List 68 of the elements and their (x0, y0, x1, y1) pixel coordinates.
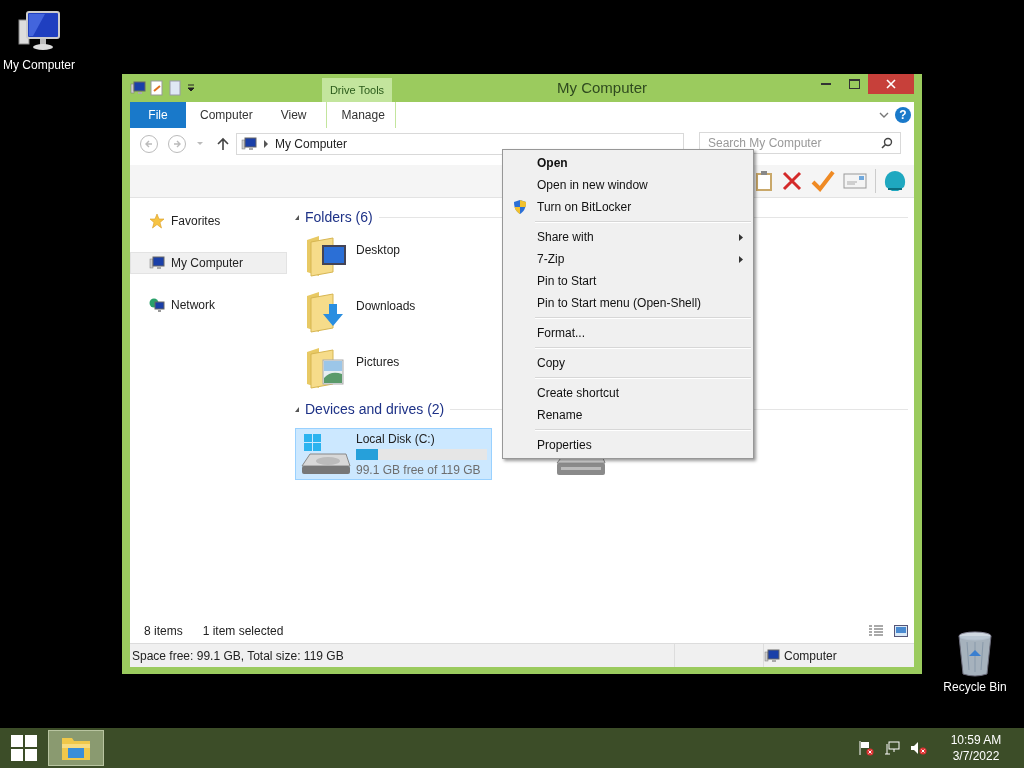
menu-item[interactable]: 7-Zip (503, 248, 753, 270)
forward-icon (172, 138, 182, 149)
menu-item[interactable]: Format... (503, 322, 753, 344)
clock-date[interactable]: 3/7/2022 (952, 749, 1000, 763)
folder-name[interactable]: Pictures (356, 355, 400, 369)
desktop-icon-label[interactable]: Recycle Bin (943, 680, 1007, 694)
close-icon (886, 79, 896, 89)
recycle-bin-icon (955, 630, 995, 678)
item-count: 8 items (144, 623, 183, 638)
menu-item[interactable]: Copy (503, 352, 753, 374)
drive-name: Local Disk (C:) (356, 431, 436, 446)
computer-icon (130, 80, 146, 96)
up-arrow-icon[interactable] (216, 136, 230, 151)
search-icon (881, 137, 893, 149)
submenu-arrow-icon (739, 233, 743, 241)
chevron-icon (263, 139, 269, 148)
menu-item[interactable]: Open (503, 152, 753, 174)
delete-icon[interactable] (781, 170, 803, 192)
desktop-icon-label[interactable]: My Computer (3, 58, 75, 72)
expand-ribbon-icon[interactable] (879, 111, 889, 119)
menu-item[interactable]: Create shortcut (503, 382, 753, 404)
folder-name[interactable]: Desktop (356, 243, 401, 257)
drive-space: 99.1 GB free of 119 GB (356, 462, 482, 477)
computer-icon (241, 135, 257, 152)
menu-item[interactable]: Share with (503, 226, 753, 248)
computer-icon (764, 647, 780, 664)
start-button[interactable] (11, 735, 37, 761)
dropdown-icon[interactable] (186, 83, 196, 93)
nav-item[interactable]: My Computer (130, 252, 287, 274)
maximize-icon (848, 79, 860, 89)
nav-item[interactable]: Favorites (130, 210, 287, 232)
properties-icon[interactable] (150, 80, 164, 96)
collapse-icon[interactable] (295, 214, 299, 220)
menu-item[interactable]: Pin to Start menu (Open-Shell) (503, 292, 753, 314)
nav-item[interactable]: Network (130, 294, 287, 316)
shield-icon (513, 199, 527, 215)
clock-time[interactable]: 10:59 AM (950, 733, 1002, 747)
shell-icon[interactable] (875, 169, 908, 193)
menu-item[interactable]: Properties (503, 434, 753, 456)
folder-name[interactable]: Downloads (356, 299, 416, 313)
menu-item[interactable]: Turn on BitLocker (503, 196, 753, 218)
search-field[interactable]: Search My Computer (699, 132, 901, 154)
menu-item[interactable]: Rename (503, 404, 753, 426)
selection-count: 1 item selected (202, 623, 284, 638)
star-icon (149, 213, 165, 229)
contextual-tab-group: Drive Tools (329, 84, 385, 96)
help-button[interactable]: ? (895, 107, 911, 123)
drive-tile[interactable]: Local Disk (C:) 99.1 GB free of 119 GB (295, 428, 492, 480)
computer-icon (149, 255, 165, 271)
taskbar-app-button[interactable] (48, 730, 104, 766)
group-header[interactable]: Folders (6) (305, 209, 373, 225)
back-icon (144, 138, 154, 149)
flag-icon[interactable] (858, 740, 874, 756)
collapse-icon[interactable] (295, 406, 299, 412)
details-text: Space free: 99.1 GB, Total size: 119 GB (132, 648, 345, 663)
group-header[interactable]: Devices and drives (2) (305, 401, 445, 417)
file-tab[interactable]: File (130, 102, 186, 128)
location-label: Computer (784, 648, 837, 663)
menu-item[interactable]: Pin to Start (503, 270, 753, 292)
thumbnail-view-icon[interactable] (894, 624, 908, 637)
speaker-icon[interactable] (910, 740, 928, 756)
submenu-arrow-icon (739, 255, 743, 263)
network-icon (149, 297, 165, 313)
checkmark-icon[interactable] (811, 170, 835, 192)
minimize-icon (821, 82, 831, 86)
window-title: My Computer (557, 79, 647, 96)
clipboard-icon[interactable] (755, 170, 773, 192)
network-icon[interactable] (884, 740, 900, 756)
